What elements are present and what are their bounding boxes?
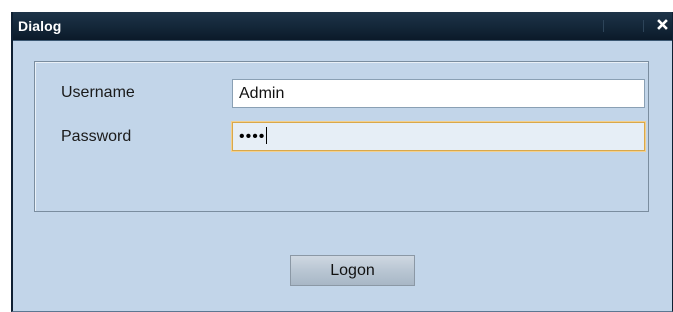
logon-button[interactable]: Logon xyxy=(290,255,415,286)
logon-dialog: Dialog Username Admin Password •••• Logo… xyxy=(11,12,673,312)
close-button[interactable] xyxy=(655,16,671,34)
dialog-title: Dialog xyxy=(18,18,62,34)
titlebar-separator xyxy=(603,20,604,32)
username-label: Username xyxy=(61,84,135,101)
password-field[interactable]: •••• xyxy=(232,122,645,151)
close-icon xyxy=(657,19,668,30)
dialog-titlebar[interactable]: Dialog xyxy=(13,12,672,41)
username-field[interactable]: Admin xyxy=(232,79,645,108)
password-label: Password xyxy=(61,128,132,145)
text-cursor xyxy=(266,127,268,144)
password-mask: •••• xyxy=(239,128,266,145)
titlebar-separator xyxy=(643,20,644,32)
